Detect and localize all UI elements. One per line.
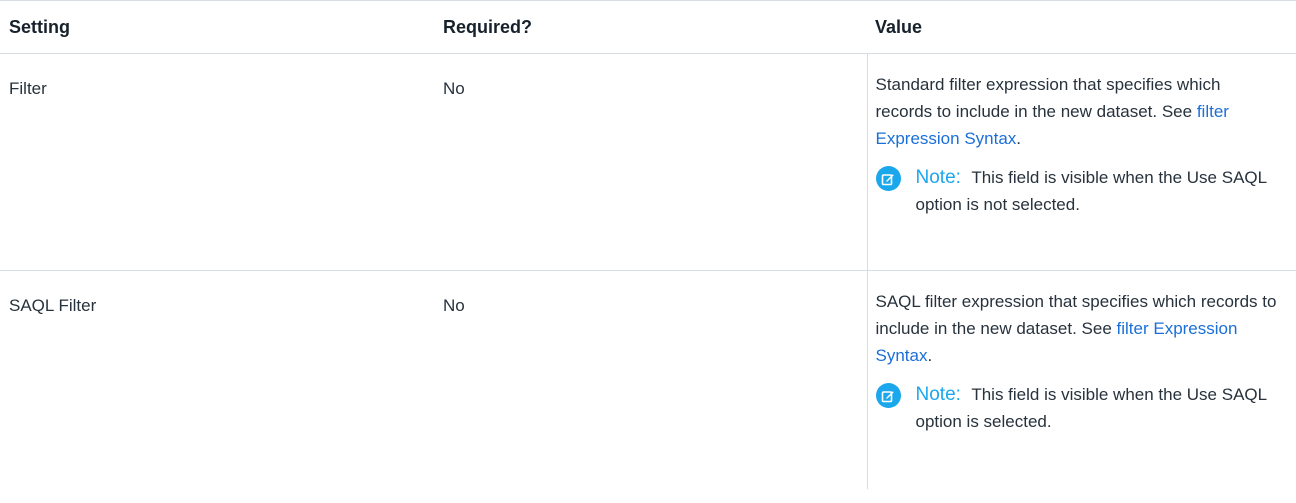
note-text: This field is visible when the Use SAQL … bbox=[915, 385, 1267, 431]
required-cell: No bbox=[443, 296, 465, 315]
note-label: Note: bbox=[915, 167, 961, 188]
note-label: Note: bbox=[915, 384, 961, 405]
table-row: Filter No Standard filter expression tha… bbox=[0, 53, 1296, 271]
note-callout: Note: This field is visible when the Use… bbox=[875, 164, 1281, 218]
value-text: Standard filter expression that specifie… bbox=[875, 75, 1221, 121]
header-required: Required? bbox=[434, 0, 867, 54]
note-text: This field is visible when the Use SAQL … bbox=[915, 168, 1267, 214]
setting-cell: SAQL Filter bbox=[9, 296, 97, 315]
edit-note-icon bbox=[875, 166, 901, 191]
setting-cell: Filter bbox=[0, 53, 434, 271]
value-description: Standard filter expression that specifie… bbox=[876, 71, 1281, 152]
value-description: SAQL filter expression that specifies wh… bbox=[876, 288, 1281, 369]
value-punctuation: . bbox=[1016, 129, 1022, 148]
settings-table: Setting Required? Value Filter No Standa… bbox=[0, 0, 1296, 489]
table-header: Setting Required? Value bbox=[0, 0, 1296, 54]
header-row: Setting Required? Value bbox=[0, 0, 1296, 54]
note-callout: Note: This field is visible when the Use… bbox=[875, 381, 1281, 435]
value-cell: SAQL filter expression that specifies wh… bbox=[866, 270, 1296, 489]
header-value: Value bbox=[867, 0, 1296, 54]
note-body: Note: This field is visible when the Use… bbox=[916, 381, 1281, 435]
table-row: SAQL Filter No SAQL filter expression th… bbox=[0, 270, 1296, 489]
note-body: Note: This field is visible when the Use… bbox=[916, 164, 1281, 218]
value-punctuation: . bbox=[927, 346, 933, 365]
header-setting: Setting bbox=[0, 0, 434, 54]
required-cell: No bbox=[434, 53, 867, 271]
value-cell: Standard filter expression that specifie… bbox=[866, 53, 1296, 271]
edit-note-icon bbox=[875, 383, 901, 408]
